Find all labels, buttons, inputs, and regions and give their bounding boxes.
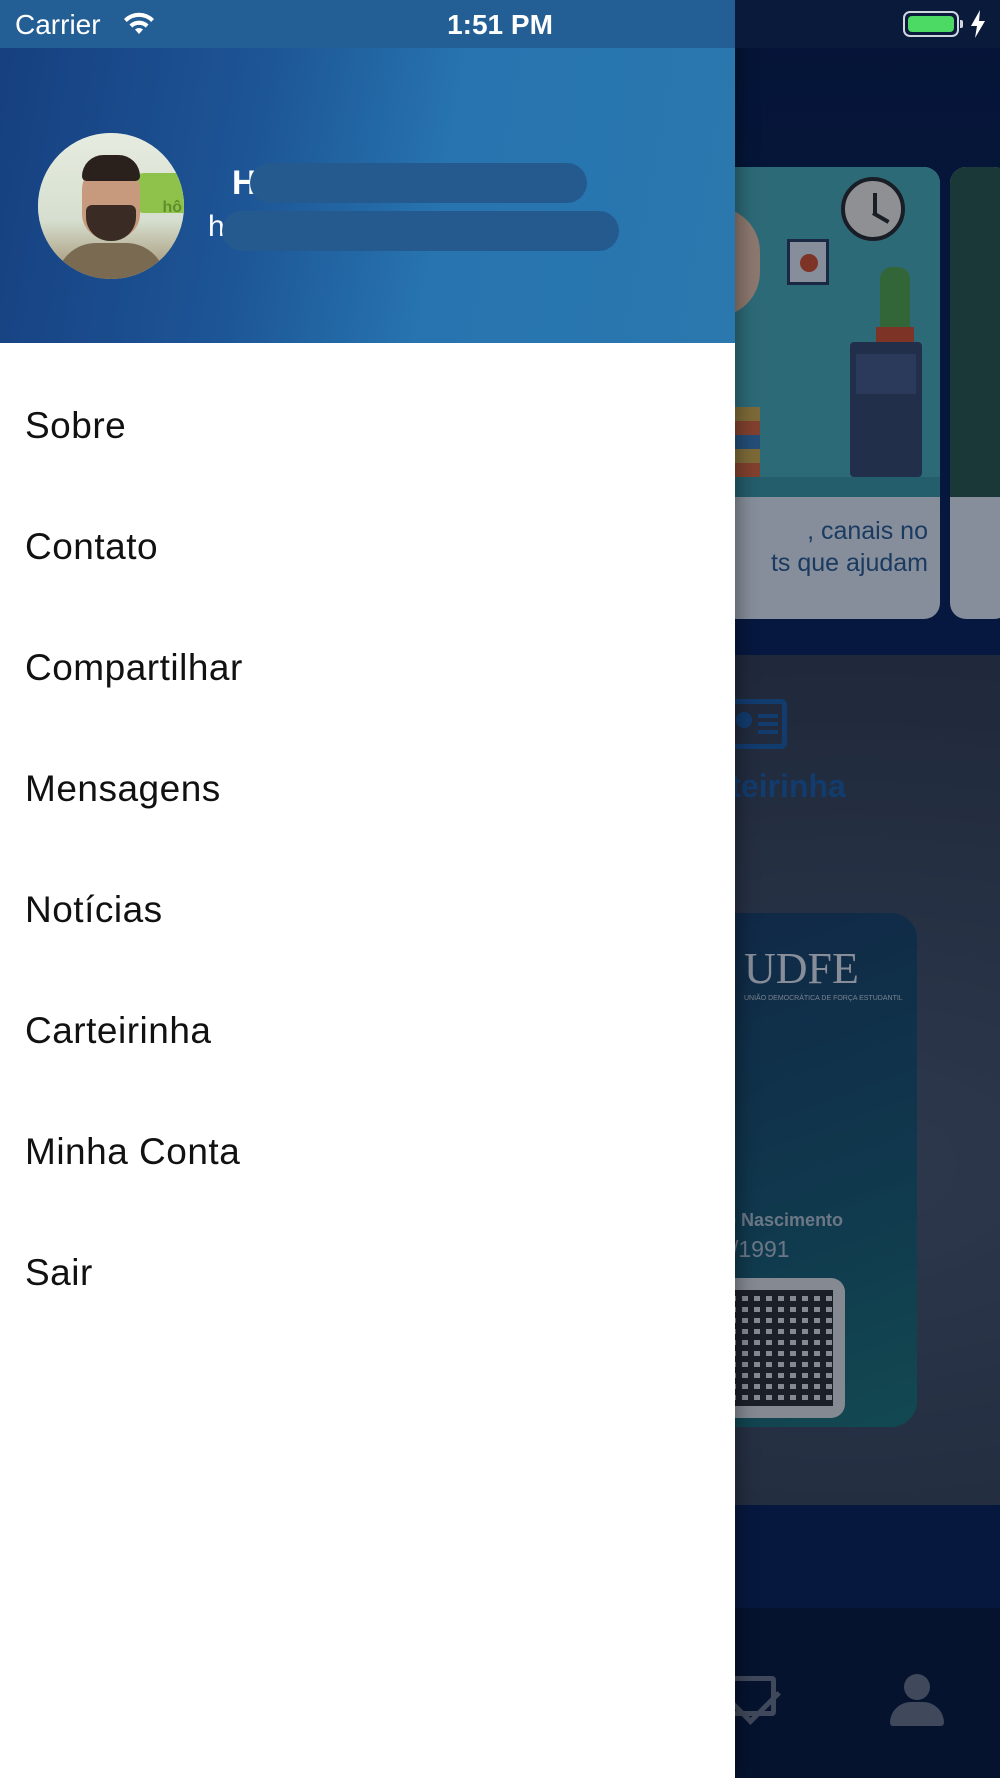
battery-icon xyxy=(903,11,963,37)
menu-item-carteirinha[interactable]: Carteirinha xyxy=(0,970,735,1091)
user-email-redaction xyxy=(222,211,619,251)
menu-item-minha-conta[interactable]: Minha Conta xyxy=(0,1091,735,1212)
drawer-menu: Sobre Contato Compartilhar Mensagens Not… xyxy=(0,365,735,1333)
menu-item-mensagens[interactable]: Mensagens xyxy=(0,728,735,849)
menu-item-compartilhar[interactable]: Compartilhar xyxy=(0,607,735,728)
status-bar: Carrier 1:51 PM xyxy=(0,0,1000,48)
menu-item-sobre[interactable]: Sobre xyxy=(0,365,735,486)
side-drawer: hô H h Sobre Contato Compartilhar Mensag… xyxy=(0,0,735,1778)
menu-item-sair[interactable]: Sair xyxy=(0,1212,735,1333)
clock-time: 1:51 PM xyxy=(447,9,553,40)
charging-bolt-icon xyxy=(971,10,985,38)
menu-item-contato[interactable]: Contato xyxy=(0,486,735,607)
menu-item-noticias[interactable]: Notícias xyxy=(0,849,735,970)
drawer-header: hô H h xyxy=(0,0,735,343)
avatar[interactable]: hô xyxy=(38,133,184,279)
user-name-redaction xyxy=(250,163,587,203)
